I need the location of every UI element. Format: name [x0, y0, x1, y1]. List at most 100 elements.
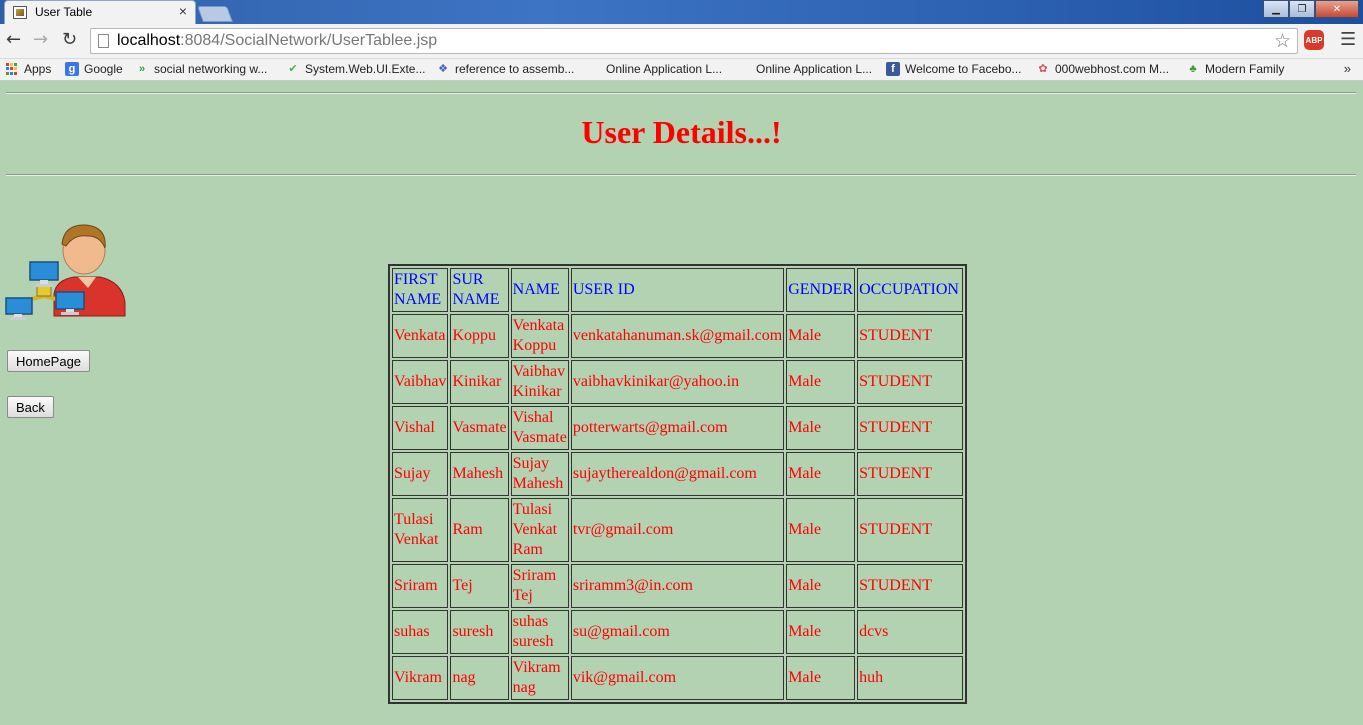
cell-gender: Male	[786, 564, 856, 608]
cell-sur-name: suresh	[450, 610, 509, 654]
cell-user-id: potterwarts@gmail.com	[570, 406, 785, 450]
cell-first-name: Sujay	[392, 452, 449, 496]
chrome-menu-icon[interactable]: ☰	[1340, 31, 1356, 49]
header-occupation: OCCUPATION	[857, 268, 964, 312]
cell-occupation: huh	[857, 656, 964, 700]
top-divider	[6, 92, 1356, 94]
back-arrow-icon[interactable]: ←	[6, 30, 21, 50]
cell-occupation: STUDENT	[857, 314, 964, 358]
bookmark-system-web-ui[interactable]: ✔ System.Web.UI.Exte...	[286, 62, 425, 76]
network-user-icon	[5, 224, 126, 320]
header-user-id: USER ID	[570, 268, 785, 312]
table-row: Vaibhav Kinikar Vaibhav Kinikar vaibhavk…	[392, 360, 964, 404]
table-row: Sriram Tej Sriram Tej sriramm3@in.com Ma…	[392, 564, 964, 608]
minimize-button[interactable]: ▁	[1263, 0, 1289, 18]
bookmark-star-icon[interactable]: ☆	[1274, 30, 1291, 52]
cell-user-id: su@gmail.com	[570, 610, 785, 654]
tab-close-icon[interactable]: ×	[179, 3, 187, 19]
bookmark-apps[interactable]: Apps	[5, 62, 51, 76]
cell-occupation: STUDENT	[857, 406, 964, 450]
cell-sur-name: Ram	[450, 498, 509, 562]
cell-user-id: sujaytherealdon@gmail.com	[570, 452, 785, 496]
url-text: localhost:8084/SocialNetwork/UserTablee.…	[117, 32, 438, 49]
cell-gender: Male	[786, 656, 856, 700]
cell-user-id: sriramm3@in.com	[570, 564, 785, 608]
cell-occupation: STUDENT	[857, 498, 964, 562]
bookmark-000webhost[interactable]: ✿ 000webhost.com M...	[1036, 62, 1169, 76]
page-favicon-icon	[13, 6, 27, 19]
maximize-button[interactable]: ❐	[1289, 0, 1315, 18]
apps-grid-icon	[5, 62, 19, 76]
cell-sur-name: Mahesh	[450, 452, 509, 496]
cell-name: Sujay Mahesh	[510, 452, 569, 496]
facebook-icon: f	[886, 62, 900, 76]
cell-first-name: Venkata	[392, 314, 449, 358]
bottom-divider	[6, 174, 1356, 176]
cell-first-name: Sriram	[392, 564, 449, 608]
bookmark-social-networking[interactable]: » social networking w...	[135, 62, 267, 76]
new-tab-button[interactable]	[197, 6, 233, 22]
forward-arrow-icon[interactable]: →	[33, 30, 48, 50]
cell-sur-name: Tej	[450, 564, 509, 608]
adblock-plus-icon[interactable]: ABP	[1304, 30, 1324, 50]
window-titlebar: User Table × ▁ ❐ ✕	[0, 0, 1363, 24]
window-controls: ▁ ❐ ✕	[1263, 0, 1359, 18]
cell-name: Venkata Koppu	[510, 314, 569, 358]
cell-sur-name: Vasmate	[450, 406, 509, 450]
bookmark-online-application-2[interactable]: Online Application L...	[737, 62, 872, 76]
header-sur-name: SUR NAME	[450, 268, 509, 312]
reload-icon[interactable]: ↻	[62, 30, 77, 50]
cell-user-id: vaibhavkinikar@yahoo.in	[570, 360, 785, 404]
cell-gender: Male	[786, 498, 856, 562]
bookmarks-bar: Apps g Google » social networking w... ✔…	[0, 59, 1363, 81]
table-row: Venkata Koppu Venkata Koppu venkatahanum…	[392, 314, 964, 358]
close-window-button[interactable]: ✕	[1315, 0, 1359, 18]
cell-name: Tulasi Venkat Ram	[510, 498, 569, 562]
cell-sur-name: Kinikar	[450, 360, 509, 404]
google-icon: g	[65, 62, 79, 76]
checkmark-icon: ✔	[288, 63, 298, 75]
cell-name: Vaibhav Kinikar	[510, 360, 569, 404]
cell-name: Vikram nag	[510, 656, 569, 700]
address-bar[interactable]: localhost:8084/SocialNetwork/UserTablee.…	[90, 28, 1298, 54]
cell-gender: Male	[786, 406, 856, 450]
table-row: Vikram nag Vikram nag vik@gmail.com Male…	[392, 656, 964, 700]
cell-occupation: STUDENT	[857, 452, 964, 496]
blank-page-icon	[737, 62, 751, 76]
dropbox-icon: ❖	[438, 63, 448, 75]
cell-first-name: Vikram	[392, 656, 449, 700]
bookmark-google[interactable]: g Google	[65, 62, 123, 76]
header-first-name: FIRST NAME	[392, 268, 449, 312]
cell-gender: Male	[786, 360, 856, 404]
table-row: Tulasi Venkat Ram Tulasi Venkat Ram tvr@…	[392, 498, 964, 562]
bookmarks-overflow-icon[interactable]: »	[1344, 61, 1351, 76]
cell-user-id: venkatahanuman.sk@gmail.com	[570, 314, 785, 358]
bookmark-online-application-1[interactable]: Online Application L...	[587, 62, 722, 76]
user-details-table: FIRST NAME SUR NAME NAME USER ID GENDER …	[388, 264, 968, 704]
cell-first-name: Vaibhav	[392, 360, 449, 404]
cell-first-name: Vishal	[392, 406, 449, 450]
cell-sur-name: nag	[450, 656, 509, 700]
cell-gender: Male	[786, 314, 856, 358]
cell-name: Vishal Vasmate	[510, 406, 569, 450]
cell-user-id: vik@gmail.com	[570, 656, 785, 700]
bookmark-modern-family[interactable]: ♣ Modern Family	[1186, 62, 1284, 76]
homepage-button[interactable]: HomePage	[7, 350, 91, 372]
tree-icon: ♣	[1189, 63, 1197, 75]
browser-toolbar: ← → ↻ localhost:8084/SocialNetwork/UserT…	[0, 24, 1363, 59]
cell-sur-name: Koppu	[450, 314, 509, 358]
cell-gender: Male	[786, 452, 856, 496]
cell-name: suhas suresh	[510, 610, 569, 654]
browser-tab[interactable]: User Table ×	[4, 0, 196, 24]
table-header-row: FIRST NAME SUR NAME NAME USER ID GENDER …	[392, 268, 964, 312]
header-gender: GENDER	[786, 268, 856, 312]
tab-title: User Table	[35, 5, 93, 19]
cell-first-name: Tulasi Venkat	[392, 498, 449, 562]
bookmark-facebook[interactable]: f Welcome to Facebo...	[886, 62, 1022, 76]
cell-occupation: STUDENT	[857, 360, 964, 404]
cell-name: Sriram Tej	[510, 564, 569, 608]
bookmark-reference-assembly[interactable]: ❖ reference to assemb...	[436, 62, 574, 76]
blank-page-icon	[587, 62, 601, 76]
back-button[interactable]: Back	[7, 396, 54, 418]
table-row: Sujay Mahesh Sujay Mahesh sujaytherealdo…	[392, 452, 964, 496]
